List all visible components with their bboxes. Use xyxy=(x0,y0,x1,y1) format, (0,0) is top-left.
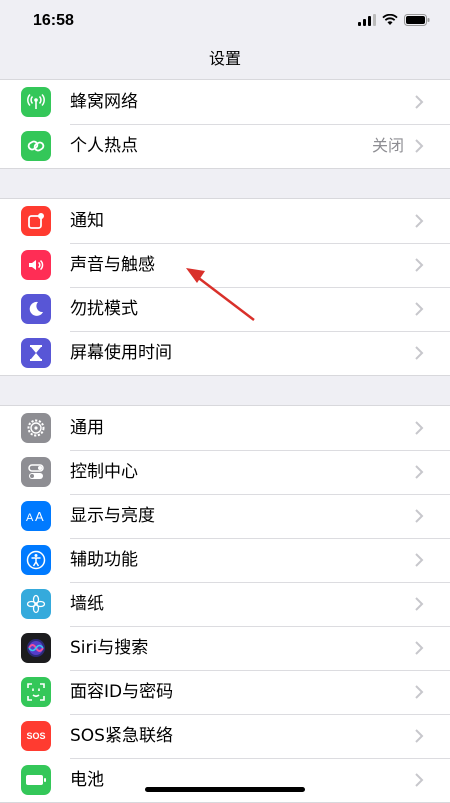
home-indicator[interactable] xyxy=(145,787,305,792)
annotation-arrow xyxy=(186,268,255,321)
